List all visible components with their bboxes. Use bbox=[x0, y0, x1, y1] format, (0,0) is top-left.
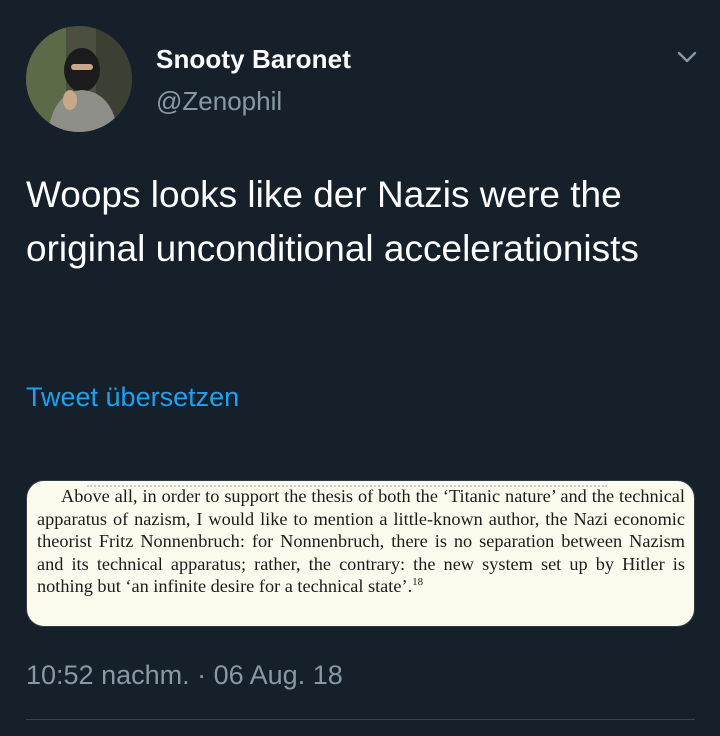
media-quote-text: Above all, in order to support the thesi… bbox=[37, 486, 685, 596]
display-name[interactable]: Snooty Baronet bbox=[156, 44, 351, 75]
translate-tweet-link[interactable]: Tweet übersetzen bbox=[26, 382, 239, 413]
tweet-text: Woops looks like der Nazis were the orig… bbox=[26, 174, 639, 269]
chevron-down-icon[interactable] bbox=[674, 44, 700, 70]
footnote-marker: 18 bbox=[412, 575, 424, 588]
user-handle[interactable]: @Zenophil bbox=[156, 86, 282, 117]
tweet-timestamp[interactable]: 10:52 nachm. · 06 Aug. 18 bbox=[26, 660, 343, 691]
tweet-media-image[interactable]: Above all, in order to support the thesi… bbox=[26, 480, 695, 627]
avatar[interactable] bbox=[26, 26, 132, 132]
divider bbox=[26, 719, 695, 720]
tweet: Snooty Baronet @Zenophil Woops looks lik… bbox=[0, 0, 720, 736]
media-quote: Above all, in order to support the thesi… bbox=[37, 485, 685, 598]
avatar-photo bbox=[26, 26, 132, 132]
